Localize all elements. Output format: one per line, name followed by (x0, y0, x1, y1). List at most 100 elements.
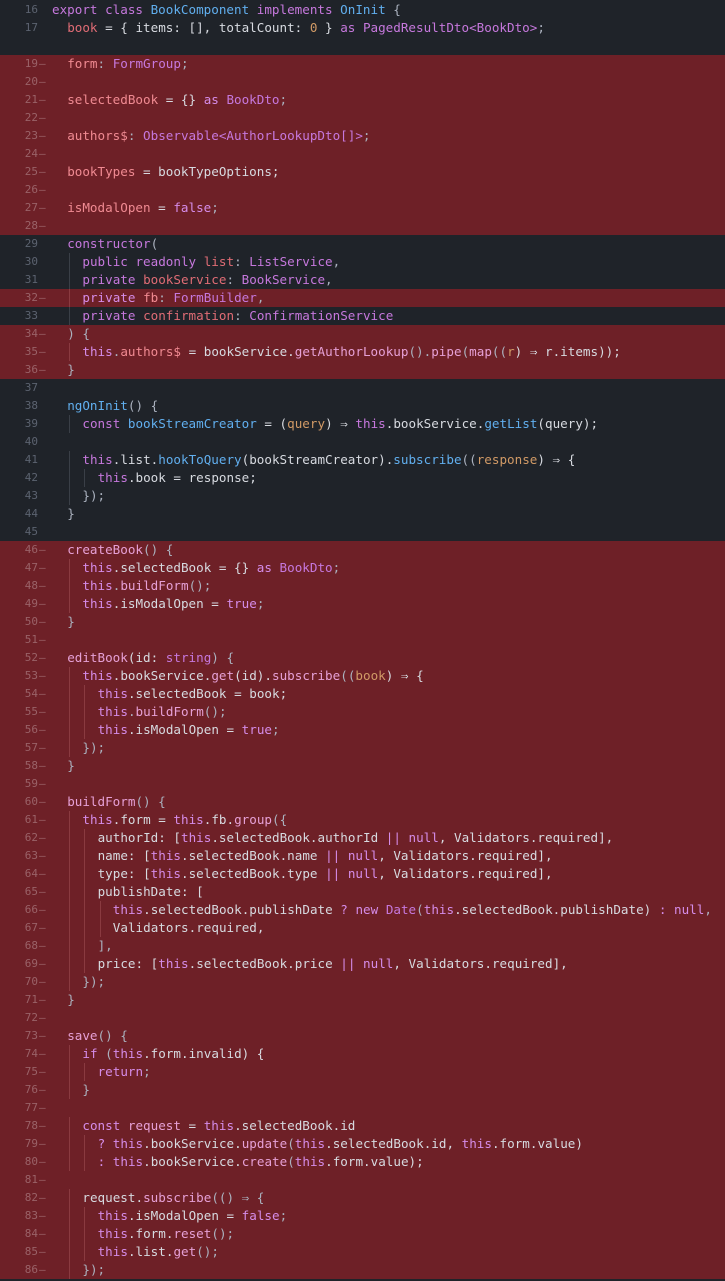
code-editor[interactable]: 16 export class BookComponent implements … (0, 0, 725, 1281)
code-line[interactable]: 68—], (0, 937, 725, 955)
code-line[interactable]: 42 this.book = response; (0, 469, 725, 487)
code-token: , (325, 272, 333, 287)
code-line[interactable]: 61— this.form = this.fb.group({ (0, 811, 725, 829)
code-line[interactable]: 51— (0, 631, 725, 649)
code-line[interactable]: 84— this.form.reset(); (0, 1225, 725, 1243)
code-token: get (173, 1244, 197, 1259)
code-token: ; (332, 560, 341, 575)
code-line[interactable]: 25— bookTypes = bookTypeOptions; (0, 163, 725, 181)
code-line[interactable]: 55— this.buildForm(); (0, 703, 725, 721)
code-line[interactable]: 27— isModalOpen = false; (0, 199, 725, 217)
code-line[interactable]: 41 this.list.hookToQuery(bookStreamCreato… (0, 451, 725, 469)
indent-guide (69, 955, 71, 973)
code-line[interactable]: 38 ngOnInit() { (0, 397, 725, 415)
code-line[interactable] (0, 37, 725, 55)
code-line[interactable]: 57—}); (0, 739, 725, 757)
code-line[interactable]: 66— this.selectedBook.publishDate ? new D… (0, 901, 725, 919)
code-token: ({ (272, 812, 288, 827)
code-line[interactable]: 69— price: [this.selectedBook.price || nu… (0, 955, 725, 973)
code-token: false (173, 200, 212, 215)
code-line[interactable]: 85— this.list.get(); (0, 1243, 725, 1261)
code-line[interactable]: 31 private bookService: BookService, (0, 271, 725, 289)
code-token: .form.value) (491, 1136, 583, 1151)
code-line[interactable]: 48— this.buildForm(); (0, 577, 725, 595)
code-line[interactable]: 45 (0, 523, 725, 541)
code-line[interactable]: 26— (0, 181, 725, 199)
code-line[interactable]: 71—} (0, 991, 725, 1009)
code-line[interactable]: 81— (0, 1171, 725, 1189)
code-line[interactable]: 83— this.isModalOpen = false; (0, 1207, 725, 1225)
code-line[interactable]: 33 private confirmation: ConfirmationServ… (0, 307, 725, 325)
code-line[interactable]: 37 (0, 379, 725, 397)
code-line[interactable]: 30 public readonly list: ListService, (0, 253, 725, 271)
code-line[interactable]: 17 book = { items: [], totalCount: 0 } as… (0, 19, 725, 37)
code-token: Validators.required, (112, 920, 265, 935)
code-token: .selectedBook.authorId (211, 830, 386, 845)
code-line[interactable]: 34—) { (0, 325, 725, 343)
code-line[interactable]: 53— this.bookService.get(id).subscribe((b… (0, 667, 725, 685)
code-line[interactable]: 73— save() { (0, 1027, 725, 1045)
code-line[interactable]: 43}); (0, 487, 725, 505)
code-line[interactable]: 75— return; (0, 1063, 725, 1081)
code-line[interactable]: 49— this.isModalOpen = true; (0, 595, 725, 613)
code-token: r (507, 344, 515, 359)
code-token: }); (82, 740, 106, 755)
code-line[interactable]: 19— form: FormGroup; (0, 55, 725, 73)
code-line[interactable]: 21— selectedBook = {} as BookDto; (0, 91, 725, 109)
code-line[interactable]: 80—: this.bookService.create(this.form.v… (0, 1153, 725, 1171)
code-line[interactable]: 52— editBook(id: string) { (0, 649, 725, 667)
code-line[interactable]: 16 export class BookComponent implements … (0, 1, 725, 19)
code-line[interactable]: 28— (0, 217, 725, 235)
code-token: selectedBook (67, 92, 159, 107)
code-token: = (150, 200, 174, 215)
code-line[interactable]: 64— type: [this.selectedBook.type || null… (0, 865, 725, 883)
line-number: 51 (24, 633, 38, 646)
code-line[interactable]: 35— this.authors$ = bookService.getAuthor… (0, 343, 725, 361)
code-line[interactable]: 40 (0, 433, 725, 451)
code-line[interactable]: 47— this.selectedBook = {} as BookDto; (0, 559, 725, 577)
indent-guide (84, 721, 86, 739)
code-line[interactable]: 76—} (0, 1081, 725, 1099)
code-line[interactable]: 54— this.selectedBook = book; (0, 685, 725, 703)
code-line[interactable]: 86—}); (0, 1261, 725, 1279)
code-line[interactable]: 79— ? this.bookService.update(this.select… (0, 1135, 725, 1153)
code-line[interactable]: 56— this.isModalOpen = true; (0, 721, 725, 739)
code-line[interactable]: 23— authors$: Observable<AuthorLookupDto[… (0, 127, 725, 145)
code-text: }); (82, 973, 105, 991)
code-line[interactable]: 82— request.subscribe(() ⇒ { (0, 1189, 725, 1207)
code-line[interactable]: 65— publishDate: [ (0, 883, 725, 901)
code-line[interactable]: 59— (0, 775, 725, 793)
code-line[interactable]: 74— if (this.form.invalid) { (0, 1045, 725, 1063)
code-token: ; (180, 56, 189, 71)
code-line[interactable]: 78— const request = this.selectedBook.id (0, 1117, 725, 1135)
diff-removed-marker: — (39, 705, 46, 718)
code-line[interactable]: 20— (0, 73, 725, 91)
code-line[interactable]: 24— (0, 145, 725, 163)
code-token: }); (82, 488, 106, 503)
code-line[interactable]: 44} (0, 505, 725, 523)
code-line[interactable]: 58—} (0, 757, 725, 775)
indent-guide (69, 253, 71, 271)
code-token: .selectedBook.id, (325, 1136, 462, 1151)
diff-removed-marker: — (39, 777, 46, 790)
code-line[interactable]: 60— buildForm() { (0, 793, 725, 811)
code-token: book (67, 20, 98, 35)
code-line[interactable]: 39 const bookStreamCreator = (query) ⇒ th… (0, 415, 725, 433)
code-line[interactable]: 72— (0, 1009, 725, 1027)
code-text: this.book = response; (98, 469, 257, 487)
code-token: .selectedBook = {} (112, 560, 257, 575)
code-line[interactable]: 46— createBook() { (0, 541, 725, 559)
code-line[interactable]: 29 constructor( (0, 235, 725, 253)
code-line[interactable]: 36—} (0, 361, 725, 379)
code-line[interactable]: 77— (0, 1099, 725, 1117)
code-token: BookDto (226, 92, 280, 107)
code-line[interactable]: 32— private fb: FormBuilder, (0, 289, 725, 307)
code-line[interactable]: 62— authorId: [this.selectedBook.authorId… (0, 829, 725, 847)
code-token: buildForm (135, 704, 204, 719)
code-line[interactable]: 67— Validators.required, (0, 919, 725, 937)
code-line[interactable]: 50—} (0, 613, 725, 631)
code-line[interactable]: 22— (0, 109, 725, 127)
code-line[interactable]: 70—}); (0, 973, 725, 991)
code-token: (id: (127, 650, 166, 665)
code-line[interactable]: 63— name: [this.selectedBook.name || null… (0, 847, 725, 865)
